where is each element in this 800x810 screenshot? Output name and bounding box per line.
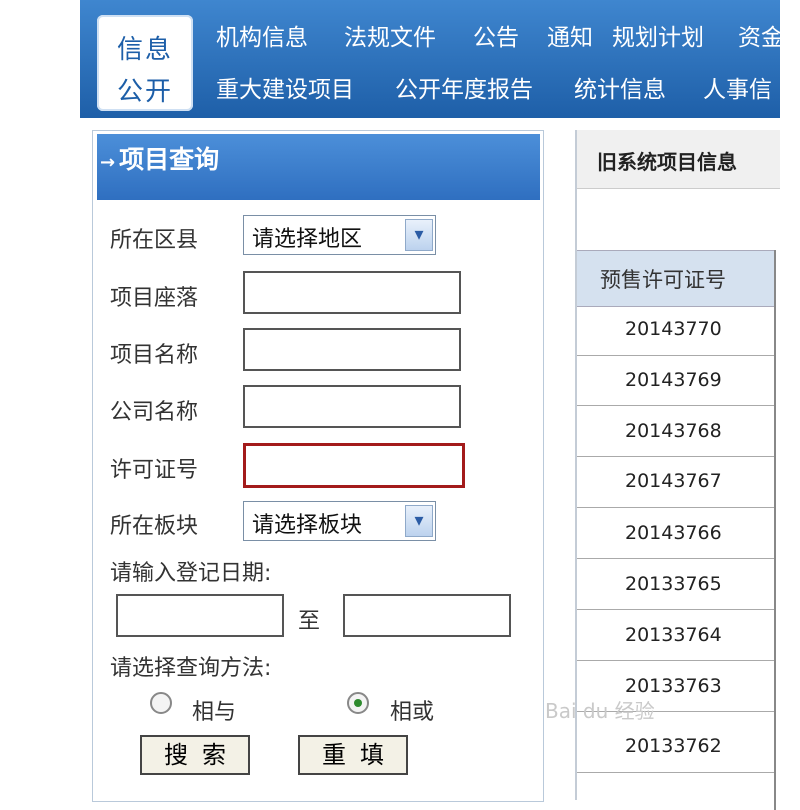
nav-item-plans[interactable]: 规划计划 — [612, 18, 704, 52]
column-border — [774, 250, 776, 810]
date-prompt: 请输入登记日期: — [110, 561, 272, 586]
search-button[interactable]: 搜索 — [140, 735, 250, 775]
table-cell[interactable]: 20143769 — [625, 369, 722, 391]
block-select[interactable]: 请选择板块 ▾ — [243, 501, 436, 541]
method-prompt: 请选择查询方法: — [110, 656, 272, 681]
block-select-value: 请选择板块 — [252, 513, 363, 538]
nav-item-statistics[interactable]: 统计信息 — [574, 70, 666, 104]
chevron-down-icon[interactable]: ▾ — [405, 505, 433, 537]
radio-or-label: 相或 — [390, 700, 435, 725]
date-to-input[interactable] — [343, 594, 511, 637]
nav-item-personnel[interactable]: 人事信 — [703, 70, 772, 104]
table-cell[interactable]: 20143767 — [625, 470, 722, 492]
location-input[interactable] — [243, 271, 461, 314]
panel-title-text: 项目查询 — [119, 145, 220, 174]
query-panel-title: → 项目查询 — [100, 140, 219, 176]
radio-and-label: 相与 — [192, 700, 237, 725]
license-input[interactable] — [243, 443, 465, 488]
arrow-right-icon: → — [100, 152, 116, 173]
column-header-text: 预售许可证号 — [600, 268, 726, 292]
results-header-title: 旧系统项目信息 — [597, 150, 737, 174]
table-cell[interactable]: 20133764 — [625, 624, 722, 646]
date-separator: 至 — [298, 609, 321, 634]
radio-or[interactable] — [347, 692, 369, 714]
company-input[interactable] — [243, 385, 461, 428]
district-select[interactable]: 请选择地区 ▾ — [243, 215, 436, 255]
nav-item-annual-report[interactable]: 公开年度报告 — [395, 70, 533, 104]
company-label: 公司名称 — [110, 400, 199, 425]
license-label: 许可证号 — [110, 458, 199, 483]
nav-item-announcements[interactable]: 公告 — [473, 18, 519, 52]
radio-selected-dot — [354, 699, 362, 707]
project-name-input[interactable] — [243, 328, 461, 371]
nav-item-notices[interactable]: 通知 — [547, 18, 593, 52]
project-name-label: 项目名称 — [110, 343, 199, 368]
logo-text-line2: 公开 — [116, 77, 173, 107]
logo-text-line1: 信息 — [116, 35, 173, 65]
nav-item-major-projects[interactable]: 重大建设项目 — [216, 70, 354, 104]
table-cell[interactable]: 20133762 — [625, 735, 722, 757]
table-cell[interactable]: 20143768 — [625, 420, 722, 442]
reset-button[interactable]: 重填 — [298, 735, 408, 775]
nav-item-funds[interactable]: 资金 — [738, 18, 784, 52]
chevron-down-icon[interactable]: ▾ — [405, 219, 433, 251]
district-select-value: 请选择地区 — [252, 227, 363, 252]
radio-and[interactable] — [150, 692, 172, 714]
nav-item-org-info[interactable]: 机构信息 — [216, 18, 308, 52]
table-cell[interactable]: 20133765 — [625, 573, 722, 595]
table-cell[interactable]: 20143766 — [625, 522, 722, 544]
table-cell[interactable]: 20143770 — [625, 318, 722, 340]
block-label: 所在板块 — [110, 514, 199, 539]
watermark: Bai du 经验 — [545, 699, 655, 723]
site-logo[interactable]: 信息 公开 — [97, 15, 193, 111]
date-from-input[interactable] — [116, 594, 284, 637]
location-label: 项目座落 — [110, 286, 199, 311]
district-label: 所在区县 — [110, 228, 199, 253]
table-cell[interactable]: 20133763 — [625, 675, 722, 697]
nav-item-regulations[interactable]: 法规文件 — [344, 18, 436, 52]
